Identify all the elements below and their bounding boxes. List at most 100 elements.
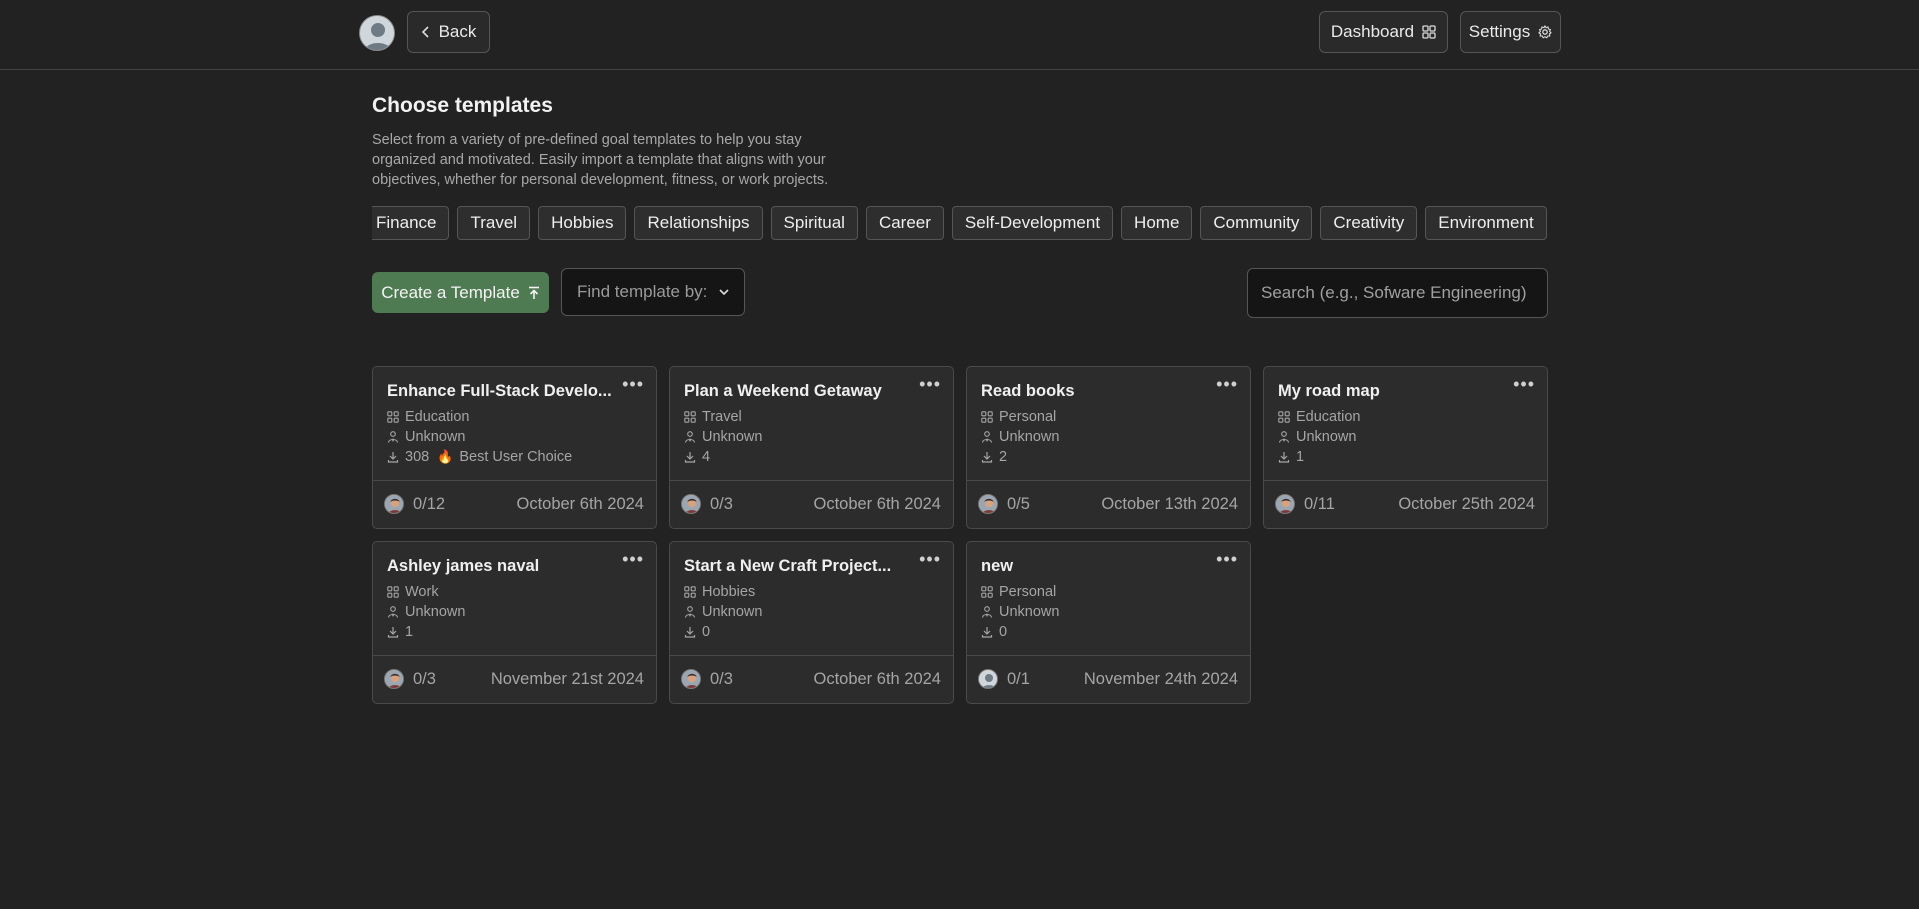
template-author: Unknown <box>999 429 1060 445</box>
category-chip-environment[interactable]: Environment <box>1425 206 1547 240</box>
download-icon <box>387 627 399 638</box>
template-author: Unknown <box>702 429 763 445</box>
category-filter-bar: Finance Travel Hobbies Relationships Spi… <box>372 206 1547 241</box>
dashboard-button-label: Dashboard <box>1330 22 1415 41</box>
template-card[interactable]: new ••• Personal Unknown 0 0/1 November … <box>966 541 1251 704</box>
user-silhouette-icon <box>364 23 392 50</box>
author-avatar <box>384 494 404 514</box>
template-title: Enhance Full-Stack Develo... <box>387 382 612 400</box>
template-card[interactable]: Start a New Craft Project... ••• Hobbies… <box>669 541 954 704</box>
author-photo-icon <box>385 495 403 513</box>
template-date: October 6th 2024 <box>516 495 644 513</box>
template-card[interactable]: Read books ••• Personal Unknown 2 0/5 Oc… <box>966 366 1251 529</box>
template-title: Start a New Craft Project... <box>684 557 892 575</box>
find-template-select[interactable]: Find template by: <box>561 268 745 316</box>
template-title: new <box>981 557 1014 575</box>
template-category: Personal <box>999 409 1057 425</box>
create-template-label: Create a Template <box>381 282 520 302</box>
template-author: Unknown <box>702 604 763 620</box>
template-author: Unknown <box>405 604 466 620</box>
category-chip-relationships[interactable]: Relationships <box>634 206 763 240</box>
user-tie-icon <box>684 431 696 443</box>
template-category-row: Personal <box>981 409 1056 425</box>
user-tie-icon <box>1278 431 1290 443</box>
template-date: November 21st 2024 <box>490 670 644 688</box>
upload-icon <box>528 286 539 299</box>
category-chip-hobbies[interactable]: Hobbies <box>538 206 627 240</box>
template-downloads-row: 2 <box>981 449 1007 465</box>
user-tie-icon <box>684 606 696 618</box>
template-author-row: Unknown <box>684 604 762 620</box>
category-chip-home[interactable]: Home <box>1121 206 1193 240</box>
category-chip-travel[interactable]: Travel <box>457 206 531 240</box>
more-horizontal-icon[interactable]: ••• <box>1216 375 1238 393</box>
card-divider <box>967 480 1250 481</box>
template-date: October 6th 2024 <box>813 495 941 513</box>
template-progress: 0/5 <box>1007 495 1030 513</box>
template-downloads: 1 <box>1296 449 1305 465</box>
template-title: Plan a Weekend Getaway <box>684 382 882 400</box>
template-downloads: 1 <box>405 624 414 640</box>
user-avatar[interactable] <box>359 15 395 51</box>
card-divider <box>1264 480 1547 481</box>
category-chip-career[interactable]: Career <box>865 206 944 240</box>
category-chip-creativity[interactable]: Creativity <box>1320 206 1418 240</box>
template-progress: 0/3 <box>413 670 436 688</box>
user-tie-icon <box>387 606 399 618</box>
author-avatar <box>978 669 998 689</box>
template-category: Hobbies <box>702 584 756 600</box>
author-avatar <box>978 494 998 514</box>
category-chip-self-development[interactable]: Self-Development <box>951 206 1114 240</box>
grid-icon <box>684 586 696 598</box>
template-card[interactable]: Ashley james naval ••• Work Unknown 1 0/… <box>372 541 657 704</box>
template-author-row: Unknown <box>387 429 465 445</box>
template-downloads-row: 1 <box>387 624 413 640</box>
category-chip-spiritual[interactable]: Spiritual <box>770 206 858 240</box>
template-author-row: Unknown <box>981 604 1059 620</box>
dashboard-grid-icon <box>1422 25 1436 39</box>
author-photo-icon <box>1276 495 1294 513</box>
template-author-row: Unknown <box>981 429 1059 445</box>
template-card[interactable]: My road map ••• Education Unknown 1 0/11… <box>1263 366 1548 529</box>
template-progress: 0/1 <box>1007 670 1030 688</box>
create-template-button[interactable]: Create a Template <box>372 272 549 313</box>
grid-icon <box>387 411 399 423</box>
top-bar: Back Dashboard Settings <box>0 0 1919 70</box>
grid-icon <box>981 411 993 423</box>
dashboard-button[interactable]: Dashboard <box>1319 11 1448 53</box>
card-divider <box>373 480 656 481</box>
user-silhouette-icon <box>979 670 997 688</box>
template-downloads-row: 308 🔥 Best User Choice <box>387 449 572 465</box>
template-progress: 0/3 <box>710 495 733 513</box>
more-horizontal-icon[interactable]: ••• <box>919 550 941 568</box>
more-horizontal-icon[interactable]: ••• <box>1216 550 1238 568</box>
template-progress: 0/11 <box>1304 495 1335 513</box>
more-horizontal-icon[interactable]: ••• <box>1513 375 1535 393</box>
download-icon <box>684 627 696 638</box>
template-card[interactable]: Plan a Weekend Getaway ••• Travel Unknow… <box>669 366 954 529</box>
page-description: Select from a variety of pre-defined goa… <box>372 132 829 188</box>
template-title: Read books <box>981 382 1075 400</box>
grid-icon <box>1278 411 1290 423</box>
download-icon <box>684 452 696 463</box>
back-button[interactable]: Back <box>407 11 490 53</box>
template-author: Unknown <box>999 604 1060 620</box>
template-category: Education <box>1296 409 1361 425</box>
template-card[interactable]: Enhance Full-Stack Develo... ••• Educati… <box>372 366 657 529</box>
category-chip-finance[interactable]: Finance <box>372 206 450 240</box>
more-horizontal-icon[interactable]: ••• <box>919 375 941 393</box>
template-category: Personal <box>999 584 1057 600</box>
card-divider <box>373 655 656 656</box>
more-horizontal-icon[interactable]: ••• <box>622 375 644 393</box>
template-category: Travel <box>702 409 742 425</box>
template-category-row: Education <box>387 409 470 425</box>
author-avatar <box>1275 494 1295 514</box>
search-input[interactable] <box>1247 268 1548 318</box>
settings-button[interactable]: Settings <box>1460 11 1561 53</box>
grid-icon <box>387 586 399 598</box>
category-chip-community[interactable]: Community <box>1200 206 1313 240</box>
template-author: Unknown <box>405 429 466 445</box>
template-downloads: 4 <box>702 449 711 465</box>
template-category-row: Work <box>387 584 439 600</box>
more-horizontal-icon[interactable]: ••• <box>622 550 644 568</box>
